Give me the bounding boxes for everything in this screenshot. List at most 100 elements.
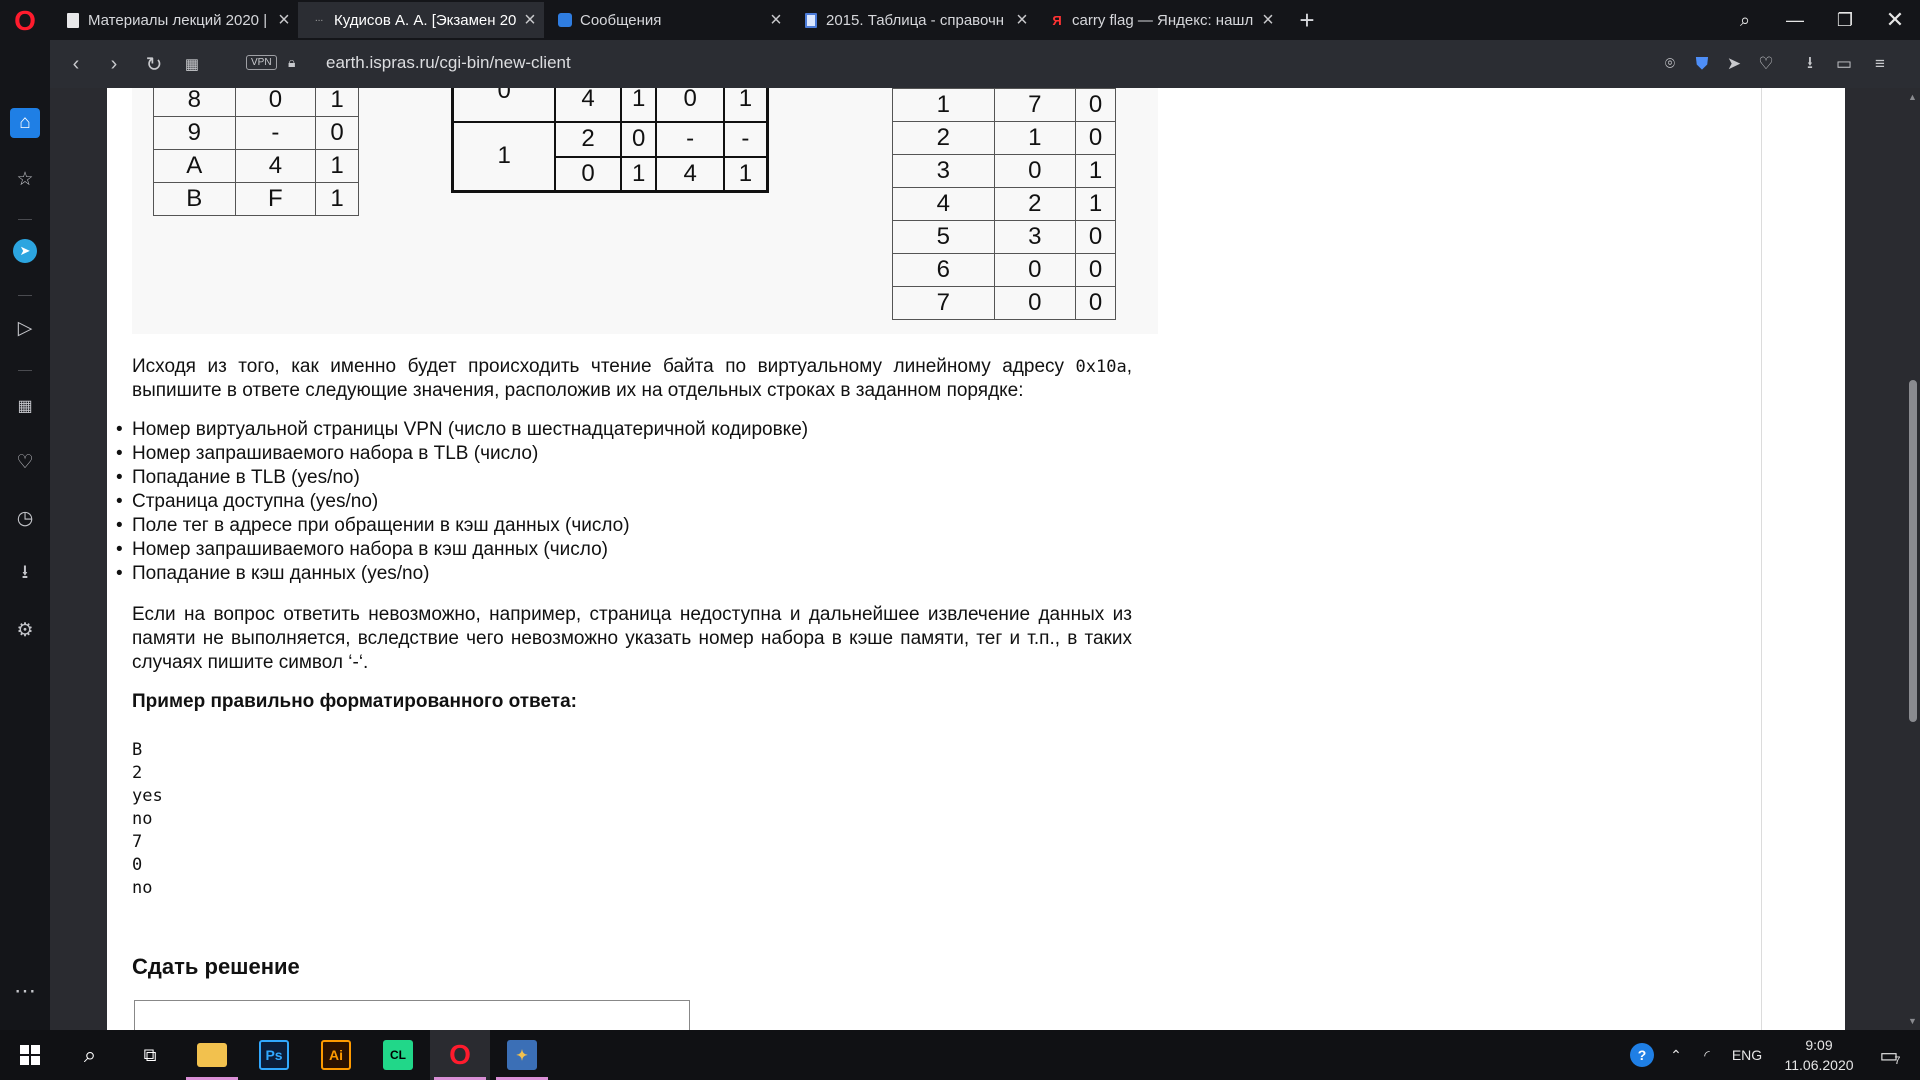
apps-icon[interactable]: ▦ (10, 391, 40, 421)
home-icon[interactable]: ⌂ (10, 108, 40, 138)
table-cell: - (722, 120, 769, 158)
history-icon[interactable]: ◷ (10, 503, 40, 533)
close-tab-icon[interactable]: × (270, 9, 298, 32)
taskbar: ⌕ ⧉ Ps Ai CL O ✦ ? ⌃ ◜ ENG 9:09 11.06.20… (0, 1030, 1920, 1080)
battery-saver-icon[interactable]: ▭ (1830, 50, 1858, 78)
list-item: Номер виртуальной страницы VPN (число в … (116, 418, 1132, 442)
app-icon[interactable]: ✦ (492, 1030, 552, 1080)
download-icon[interactable]: ⭳ (1796, 50, 1824, 78)
send-icon[interactable]: ▷ (10, 313, 40, 343)
settings-icon[interactable]: ⚙ (10, 615, 40, 645)
note-text: Если на вопрос ответить невозможно, напр… (132, 604, 1132, 673)
tab-reference-table[interactable]: 2015. Таблица - справочн × (790, 2, 1036, 38)
clock-date: 11.06.2020 (1784, 1057, 1854, 1073)
list-item: Страница доступна (yes/no) (116, 490, 1132, 514)
table-cell: A (153, 149, 236, 183)
scroll-thumb[interactable] (1909, 380, 1917, 722)
network-icon[interactable]: ◜ (1694, 1030, 1720, 1080)
code-line: no (132, 878, 153, 898)
close-tab-icon[interactable]: × (1008, 9, 1036, 32)
clock[interactable]: 9:09 11.06.2020 (1774, 1030, 1864, 1080)
easy-setup-icon[interactable]: ≡ (1866, 50, 1894, 78)
sidebar: ⌂ ☆ ➤ ▷ ▦ ♡ ◷ ⭳ ⚙ ⋯ (0, 40, 50, 1030)
table-cell: 1 (315, 88, 359, 117)
virtual-address: 0x10a (1075, 357, 1127, 377)
table-cell: 3 (892, 154, 995, 188)
example-heading: Пример правильно форматированного ответа… (132, 691, 577, 712)
opera-menu-icon[interactable]: O (8, 4, 42, 38)
windows-start-icon[interactable] (0, 1030, 60, 1080)
minimize-button[interactable]: — (1770, 0, 1820, 40)
table-cell: 4 (554, 88, 622, 123)
table-cell: 4 (234, 149, 317, 183)
bookmark-heart-icon[interactable]: ♡ (1752, 50, 1780, 78)
code-line: no (132, 809, 153, 829)
table-cell: 0 (1075, 220, 1116, 254)
question-text: Исходя из того, как именно будет происхо… (132, 355, 1132, 403)
clion-icon[interactable]: CL (368, 1030, 428, 1080)
back-button[interactable]: ‹ (60, 48, 92, 80)
table-cell: 7 (993, 88, 1077, 122)
table-cell: F (234, 182, 317, 216)
lock-icon[interactable]: 🔒︎ (288, 54, 302, 72)
star-icon[interactable]: ☆ (10, 164, 40, 194)
search-icon[interactable]: ⌕ (60, 1030, 120, 1080)
more-icon[interactable]: ⋯ (10, 976, 40, 1006)
tab-title: carry flag — Яндекс: нашл (1072, 11, 1254, 29)
tab-lecture-materials[interactable]: Материалы лекций 2020 | × (52, 2, 298, 38)
table-cell: 1 (993, 121, 1077, 155)
list-item: Номер запрашиваемого набора в кэш данных… (116, 538, 1132, 562)
photoshop-icon[interactable]: Ps (244, 1030, 304, 1080)
tab-title: Сообщения (580, 11, 662, 29)
vpn-badge[interactable]: VPN (246, 55, 277, 70)
language-indicator[interactable]: ENG (1724, 1030, 1770, 1080)
scroll-up-icon[interactable]: ▲ (1907, 92, 1918, 103)
forward-button[interactable]: › (98, 48, 130, 80)
illustrator-icon[interactable]: Ai (306, 1030, 366, 1080)
table-cell: 0 (619, 120, 658, 158)
table-cell: 0 (554, 155, 622, 193)
tlb-set-label: 0 (451, 88, 557, 123)
close-tab-icon[interactable]: × (1254, 9, 1282, 32)
telegram-icon[interactable]: ➤ (10, 236, 40, 266)
table-cell: 0 (993, 253, 1077, 287)
scroll-down-icon[interactable]: ▼ (1907, 1016, 1918, 1027)
table-cell: 1 (619, 88, 658, 123)
file-explorer-icon[interactable] (182, 1030, 242, 1080)
send-icon[interactable]: ➤ (1720, 50, 1748, 78)
notifications-icon[interactable]: ▭ 7 (1866, 1030, 1914, 1080)
task-view-icon[interactable]: ⧉ (120, 1030, 180, 1080)
loading-icon: ∙∙∙ (314, 14, 324, 26)
table-cell: 2 (554, 120, 622, 158)
tab-exam[interactable]: ∙∙∙ Кудисов А. А. [Экзамен 20 × (298, 2, 544, 38)
heart-icon[interactable]: ♡ (10, 447, 40, 477)
restore-button[interactable]: ❐ (1820, 0, 1870, 40)
reload-button[interactable]: ↻ (138, 48, 170, 80)
question-text-part: Исходя из того, как именно будет происхо… (132, 356, 1076, 377)
tab-yandex-search[interactable]: Я carry flag — Яндекс: нашл × (1036, 2, 1282, 38)
new-tab-button[interactable]: + (1292, 4, 1322, 36)
close-tab-icon[interactable]: × (516, 9, 544, 32)
tab-messages[interactable]: Сообщения × (544, 2, 790, 38)
close-tab-icon[interactable]: × (762, 9, 790, 32)
code-line: 7 (132, 832, 143, 852)
table-cell: 4 (655, 155, 725, 193)
scrollbar[interactable]: ▲ ▼ (1905, 88, 1920, 1030)
divider (1761, 88, 1762, 1030)
close-window-button[interactable]: ✕ (1870, 0, 1920, 40)
tabs-overview-icon[interactable]: ▦ (176, 48, 208, 80)
table-cell: 3 (993, 220, 1077, 254)
url-field[interactable]: earth.ispras.ru/cgi-bin/new-client (326, 53, 571, 73)
table-cell: 1 (1075, 154, 1116, 188)
table-cell: 1 (892, 88, 995, 122)
opera-taskbar-icon[interactable]: O (430, 1030, 490, 1080)
chevron-up-icon[interactable]: ⌃ (1664, 1030, 1688, 1080)
solution-input[interactable] (134, 1000, 690, 1030)
snapshot-icon[interactable]: ⌾ (1656, 50, 1684, 78)
help-icon[interactable]: ? (1624, 1030, 1660, 1080)
search-tabs-icon[interactable]: ⌕ (1720, 0, 1770, 40)
notification-count: 7 (1894, 1055, 1901, 1067)
table-cell: 2 (993, 187, 1077, 221)
shield-icon[interactable]: ⛊ (1688, 50, 1716, 78)
download-icon[interactable]: ⭳ (10, 559, 40, 589)
